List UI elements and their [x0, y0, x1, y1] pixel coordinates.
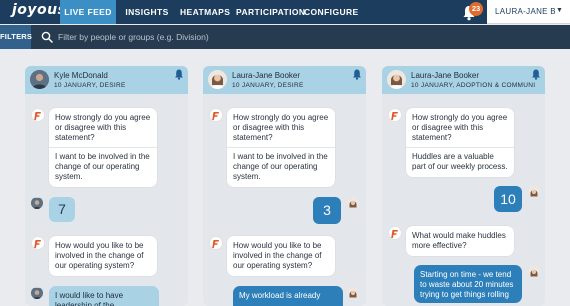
user-menu[interactable]: LAURA-JANE B ▼	[487, 0, 570, 24]
avatar	[31, 287, 43, 299]
column-user-name: Kyle McDonald	[54, 71, 108, 80]
joyous-bot-icon	[31, 236, 45, 250]
column-user-name: Laura-Jane Booker	[232, 71, 301, 80]
feed-column: Laura-Jane Booker 10 JANUARY, DESIRE How…	[203, 66, 366, 306]
answer-text: I would like to have leadership of the..…	[49, 286, 159, 306]
feed-column: Kyle McDonald 10 JANUARY, DESIRE How str…	[25, 66, 188, 306]
question-bubble: How would you like to be involved in the…	[49, 236, 157, 276]
column-header[interactable]: Kyle McDonald 10 JANUARY, DESIRE	[25, 66, 188, 94]
nav-configure[interactable]: CONFIGURE	[304, 0, 358, 24]
answer-text: Starting on time - we tend to waste abou…	[414, 265, 522, 303]
question-bubble: How strongly do you agree or disagree wi…	[49, 108, 157, 187]
avatar	[387, 70, 406, 89]
question-bubble: How would you like to be involved in the…	[227, 236, 335, 276]
avatar	[347, 287, 359, 299]
answer-number: 10	[494, 186, 522, 212]
nav-insights[interactable]: INSIGHTS	[124, 0, 170, 24]
avatar	[528, 186, 540, 198]
joyous-bot-icon	[209, 108, 223, 122]
nav-live-feed[interactable]: LIVE FEED	[60, 0, 116, 24]
top-nav: joyous LIVE FEED INSIGHTS HEATMAPS PARTI…	[0, 0, 570, 24]
question-text: How strongly do you agree or disagree wi…	[412, 113, 508, 142]
feed-column: Laura-Jane Booker 10 JANUARY, ADOPTION &…	[382, 66, 545, 306]
avatar	[208, 70, 227, 89]
statement-text: I want to be involved in the change of o…	[233, 152, 328, 181]
question-text: How strongly do you agree or disagree wi…	[55, 113, 151, 142]
column-user-name: Laura-Jane Booker	[411, 71, 480, 80]
avatar	[347, 197, 359, 209]
answer-number: 7	[49, 197, 75, 222]
avatar	[31, 197, 43, 209]
joyous-bot-icon	[31, 108, 45, 122]
column-header[interactable]: Laura-Jane Booker 10 JANUARY, DESIRE	[203, 66, 366, 94]
joyous-logo[interactable]: joyous	[12, 2, 66, 18]
search-icon	[41, 31, 53, 43]
user-name: LAURA-JANE B	[495, 7, 556, 16]
column-subtitle: 10 JANUARY, DESIRE	[232, 82, 304, 89]
statement-text: Huddles are a valuable part of our weekl…	[412, 152, 508, 171]
joyous-bot-icon	[388, 108, 402, 122]
answer-text: My workload is already	[233, 286, 343, 306]
avatar	[528, 266, 540, 278]
nav-participation[interactable]: PARTICIPATION	[236, 0, 305, 24]
joyous-bot-icon	[209, 236, 223, 250]
nav-heatmaps[interactable]: HEATMAPS	[180, 0, 230, 24]
question-bubble: How strongly do you agree or disagree wi…	[406, 108, 514, 177]
question-bubble: What would make huddles more effective?	[406, 226, 514, 256]
joyous-bot-icon	[388, 226, 402, 240]
filters-button[interactable]: FILTERS	[0, 25, 32, 49]
search-input[interactable]	[58, 29, 538, 45]
caret-down-icon: ▼	[556, 7, 563, 14]
notification-count-badge: 23	[469, 2, 483, 16]
question-text: How strongly do you agree or disagree wi…	[233, 113, 329, 142]
filter-bar: FILTERS	[0, 25, 570, 49]
column-subtitle: 10 JANUARY, DESIRE	[54, 82, 126, 89]
bell-icon[interactable]	[174, 69, 184, 80]
column-subtitle: 10 JANUARY, ADOPTION & COMMUNI...	[411, 82, 536, 89]
bell-icon[interactable]	[352, 69, 362, 80]
column-header[interactable]: Laura-Jane Booker 10 JANUARY, ADOPTION &…	[382, 66, 545, 94]
question-bubble: How strongly do you agree or disagree wi…	[227, 108, 335, 187]
avatar	[30, 70, 49, 89]
answer-number: 3	[313, 197, 341, 224]
statement-text: I want to be involved in the change of o…	[55, 152, 150, 181]
bell-icon[interactable]	[531, 69, 541, 80]
